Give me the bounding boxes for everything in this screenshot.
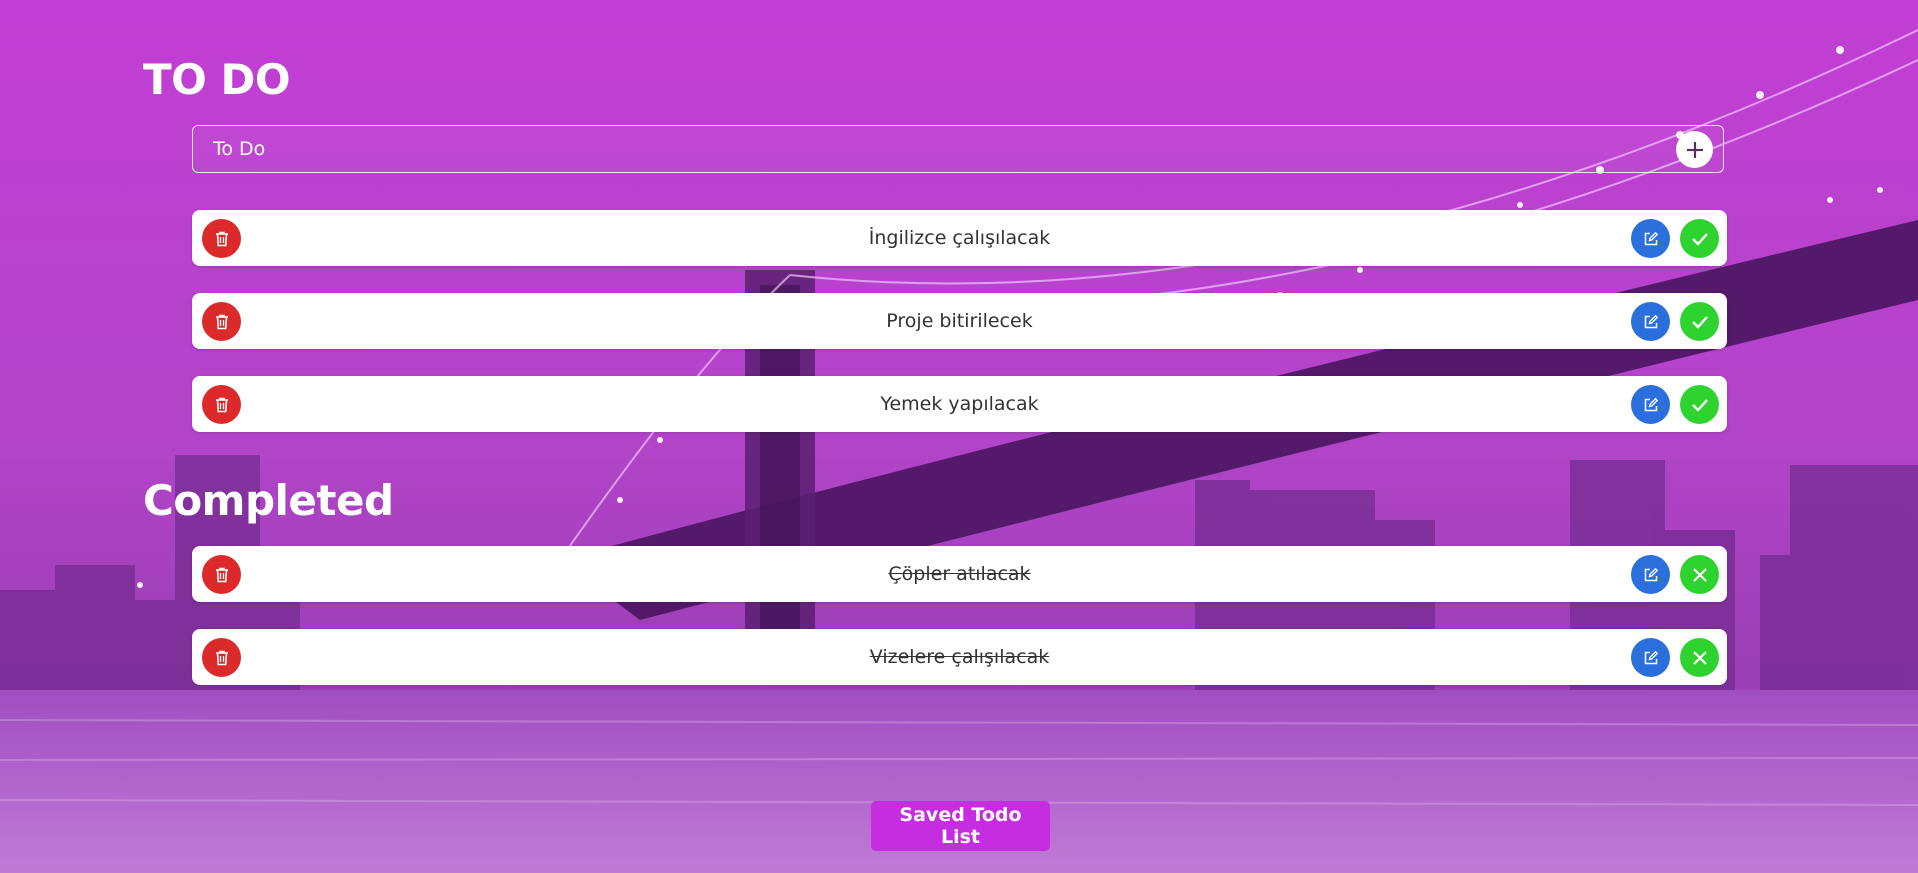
saved-todo-list-button[interactable]: Saved Todo List (871, 801, 1050, 851)
edit-icon (1644, 567, 1658, 581)
edit-button[interactable] (1631, 385, 1670, 424)
completed-heading: Completed (143, 476, 394, 525)
check-icon (1691, 398, 1708, 412)
close-icon (1692, 567, 1707, 582)
todo-heading: TO DO (143, 55, 291, 104)
check-icon (1691, 315, 1708, 329)
edit-button[interactable] (1631, 555, 1670, 594)
todo-item: Yemek yapılacak (192, 376, 1727, 432)
completed-item: Vizelere çalışılacak (192, 629, 1727, 685)
uncomplete-button[interactable] (1680, 638, 1719, 677)
delete-button[interactable] (202, 219, 241, 258)
complete-button[interactable] (1680, 302, 1719, 341)
delete-button[interactable] (202, 385, 241, 424)
todo-input[interactable] (193, 126, 1653, 172)
completed-item-label: Çöpler atılacak (888, 563, 1031, 585)
add-todo-button[interactable] (1676, 131, 1713, 168)
edit-button[interactable] (1631, 302, 1670, 341)
delete-button[interactable] (202, 638, 241, 677)
edit-icon (1644, 231, 1658, 245)
edit-icon (1644, 397, 1658, 411)
trash-icon (215, 397, 228, 412)
trash-icon (215, 231, 228, 246)
todo-item-label: Proje bitirilecek (886, 310, 1033, 332)
trash-icon (215, 314, 228, 329)
todo-item-label: Yemek yapılacak (880, 393, 1039, 415)
todo-item-label: İngilizce çalışılacak (868, 227, 1051, 249)
trash-icon (215, 650, 228, 665)
completed-item-label: Vizelere çalışılacak (869, 646, 1050, 668)
uncomplete-button[interactable] (1680, 555, 1719, 594)
plus-icon (1686, 141, 1703, 158)
delete-button[interactable] (202, 555, 241, 594)
todo-item: Proje bitirilecek (192, 293, 1727, 349)
edit-icon (1644, 314, 1658, 328)
edit-button[interactable] (1631, 638, 1670, 677)
todo-app: TO DO İngilizce çalışılacak Proje bitiri… (0, 0, 1918, 873)
completed-item: Çöpler atılacak (192, 546, 1727, 602)
close-icon (1692, 650, 1707, 665)
complete-button[interactable] (1680, 219, 1719, 258)
complete-button[interactable] (1680, 385, 1719, 424)
todo-input-container (192, 125, 1724, 173)
edit-button[interactable] (1631, 219, 1670, 258)
trash-icon (215, 567, 228, 582)
edit-icon (1644, 650, 1658, 664)
todo-item: İngilizce çalışılacak (192, 210, 1727, 266)
check-icon (1691, 232, 1708, 246)
delete-button[interactable] (202, 302, 241, 341)
